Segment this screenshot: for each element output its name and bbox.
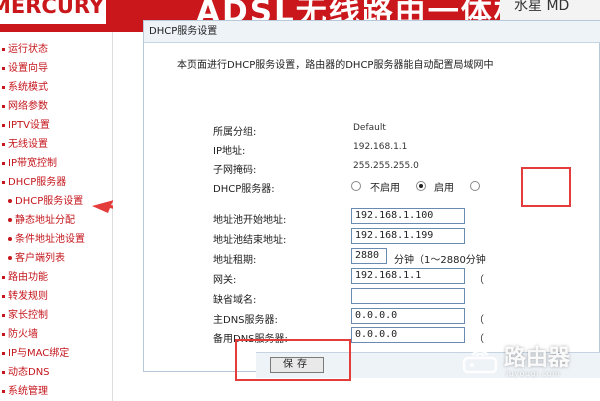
sidebar-item-ddns[interactable]: 动态DNS: [2, 364, 50, 382]
sidebar-item-firewall[interactable]: 防火墙: [2, 326, 38, 344]
logo-area: MERCURY: [0, 0, 106, 24]
router-icon: [462, 349, 498, 374]
watermark-text: 路由器: [504, 346, 571, 371]
bullet-icon: [2, 332, 5, 336]
group-value: Default: [353, 123, 386, 133]
bullet-icon: [2, 47, 5, 51]
bullet-icon: [2, 370, 5, 374]
domain-label: 缺省域名:: [213, 295, 257, 306]
sidebar-item-dhcp-settings[interactable]: DHCP服务设置: [8, 193, 83, 211]
dhcp-disable-label: 不启用: [370, 183, 400, 194]
dhcp-enable-radio[interactable]: [416, 181, 426, 191]
annotation-highlight-save: [235, 339, 351, 381]
sidebar-item-wizard[interactable]: 设置向导: [2, 60, 48, 78]
sidebar-item-status[interactable]: 运行状态: [2, 41, 48, 59]
annotation-highlight-enable: [521, 167, 571, 207]
sidebar-item-client-list[interactable]: 客户端列表: [8, 250, 65, 268]
lease-hint: 分钟（1～2880分钟: [394, 255, 486, 266]
primary-dns-note: （: [474, 315, 484, 326]
bullet-icon: [2, 389, 5, 393]
sidebar-item-conditional-pool[interactable]: 条件地址池设置: [8, 231, 85, 249]
sidebar-item-system-mode[interactable]: 系统模式: [2, 79, 48, 97]
sidebar-item-system-admin[interactable]: 系统管理: [2, 383, 48, 401]
pool-start-label: 地址池开始地址:: [213, 215, 287, 226]
sidebar-item-wireless[interactable]: 无线设置: [2, 136, 48, 154]
bullet-icon: [8, 256, 12, 260]
sidebar-item-parental-control[interactable]: 家长控制: [2, 307, 48, 325]
bullet-icon: [8, 218, 12, 222]
gateway-note: （: [474, 275, 484, 286]
watermark-url: luyouqi.com: [506, 369, 561, 378]
panel-description: 本页面进行DHCP服务设置，路由器的DHCP服务器能自动配置局域网中: [177, 60, 494, 71]
bullet-icon: [2, 161, 5, 165]
pool-end-input[interactable]: 192.168.1.199: [351, 228, 465, 244]
sidebar-item-iptv[interactable]: IPTV设置: [2, 117, 50, 135]
sidebar-item-static-address[interactable]: 静态地址分配: [8, 212, 75, 230]
bullet-icon: [2, 180, 5, 184]
sidebar-item-dhcp[interactable]: DHCP服务器: [2, 174, 66, 192]
dhcp-enable-label: 启用: [434, 183, 454, 194]
dhcp-disable-radio[interactable]: [351, 181, 361, 191]
sidebar-item-ip-mac-binding[interactable]: IP与MAC绑定: [2, 345, 69, 363]
dhcp-server-label: DHCP服务器:: [213, 184, 275, 195]
primary-dns-input[interactable]: 0.0.0.0: [351, 308, 465, 324]
bullet-icon: [8, 199, 12, 203]
lease-label: 地址租期:: [213, 255, 257, 266]
bullet-icon: [2, 85, 5, 89]
sidebar-item-bandwidth[interactable]: IP带宽控制: [2, 155, 57, 173]
bullet-icon: [2, 66, 5, 70]
domain-input[interactable]: [351, 288, 465, 304]
mask-label: 子网掩码:: [213, 165, 257, 176]
panel-title: DHCP服务设置: [144, 21, 600, 43]
sidebar-item-forwarding[interactable]: 转发规则: [2, 288, 48, 306]
pool-end-label: 地址池结束地址:: [213, 235, 287, 246]
watermark: 路由器 luyouqi.com: [462, 342, 592, 382]
bullet-icon: [2, 123, 5, 127]
sidebar-item-routing[interactable]: 路由功能: [2, 269, 48, 287]
gateway-label: 网关:: [213, 275, 237, 286]
pool-start-input[interactable]: 192.168.1.100: [351, 208, 465, 224]
bullet-icon: [2, 142, 5, 146]
secondary-dns-input[interactable]: 0.0.0.0: [351, 327, 465, 343]
bullet-icon: [2, 104, 5, 108]
ip-value: 192.168.1.1: [353, 142, 408, 152]
sidebar-item-network[interactable]: 网络参数: [2, 98, 48, 116]
dhcp-auto-radio[interactable]: [470, 181, 480, 191]
bullet-icon: [2, 275, 5, 279]
primary-dns-label: 主DNS服务器:: [213, 315, 278, 326]
model-label: 水星 MD: [514, 0, 570, 14]
bullet-icon: [2, 351, 5, 355]
gateway-input[interactable]: 192.168.1.1: [351, 268, 465, 284]
group-label: 所属分组:: [213, 127, 257, 138]
bullet-icon: [2, 313, 5, 317]
bullet-icon: [2, 294, 5, 298]
brand-logo: MERCURY: [0, 0, 105, 18]
bullet-icon: [8, 237, 12, 241]
mask-value: 255.255.255.0: [353, 161, 419, 171]
ip-label: IP地址:: [213, 146, 246, 157]
lease-input[interactable]: 2880: [351, 248, 387, 264]
